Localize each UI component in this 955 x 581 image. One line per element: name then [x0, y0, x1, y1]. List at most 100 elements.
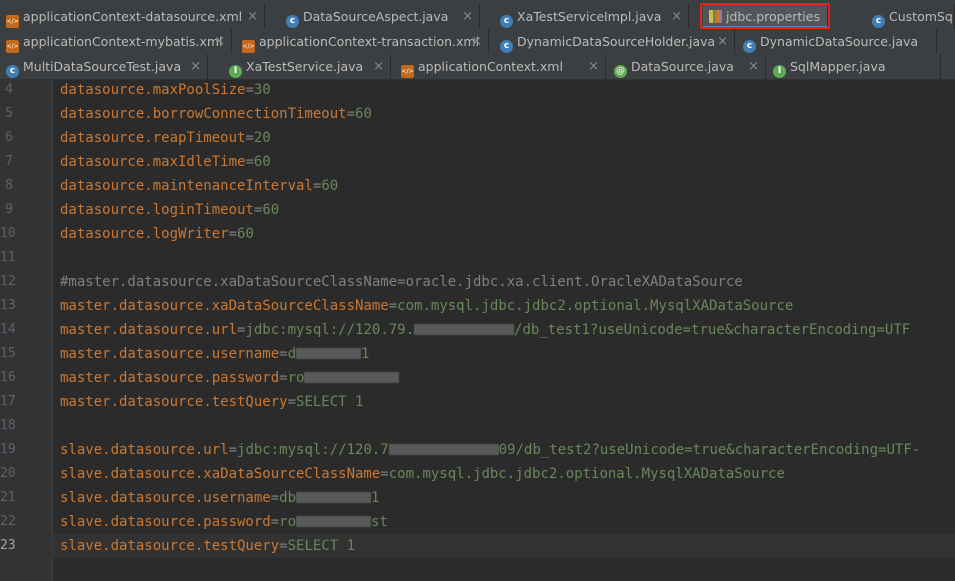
close-tab-icon[interactable]: ×	[748, 54, 759, 79]
close-tab-icon[interactable]: ×	[190, 54, 201, 79]
class-icon	[286, 15, 299, 28]
line-number: 15	[0, 346, 16, 361]
tab-sqlmapper-java[interactable]: SqlMapper.java	[767, 54, 941, 79]
property-key: datasource.maxPoolSize	[60, 82, 246, 98]
tab-xatestserviceimpl-java[interactable]: XaTestServiceImpl.java ×	[494, 4, 689, 29]
code-line[interactable]: master.datasource.username=d 1	[60, 342, 369, 366]
equals-sign: =	[380, 466, 389, 482]
property-key: datasource.borrowConnectionTimeout	[60, 106, 347, 122]
code-line[interactable]: slave.datasource.username=db 1	[60, 486, 379, 510]
code-line[interactable]: slave.datasource.password=ro st	[60, 510, 388, 534]
code-line[interactable]: datasource.borrowConnectionTimeout=60	[60, 102, 372, 126]
property-value: SELECT 1	[296, 394, 364, 410]
property-value: 60	[253, 154, 271, 170]
line-number: 6	[5, 130, 13, 145]
equals-sign: =	[388, 298, 398, 314]
tab-label: XaTestServiceImpl.java	[517, 9, 662, 24]
tab-dynamicdatasourceholder-java[interactable]: DynamicDataSourceHolder.java×	[494, 29, 735, 54]
redacted-value-blur	[296, 516, 372, 527]
tab-dynamicdatasource-java[interactable]: DynamicDataSource.java	[737, 29, 937, 54]
tab-applicationcontext-mybatis-xml[interactable]: applicationContext-mybatis.xml×	[0, 29, 232, 54]
code-line[interactable]: datasource.loginTimeout=60	[60, 198, 279, 222]
close-tab-icon[interactable]: ×	[214, 29, 225, 54]
property-key: slave.datasource.xaDataSourceClassName	[60, 466, 381, 482]
property-key: master.datasource.xaDataSourceClassName	[60, 298, 389, 314]
property-value: 60	[262, 202, 280, 218]
xml-file-icon	[242, 40, 255, 53]
tab-applicationcontext-transaction-xml[interactable]: applicationContext-transaction.xml×	[236, 29, 489, 54]
property-value: jdbc:mysql://120.79.	[245, 322, 415, 338]
line-number: 14	[0, 322, 16, 337]
code-line[interactable]: slave.datasource.xaDataSourceClassName=c…	[60, 462, 785, 486]
property-value-suffix: /db_test1?useUnicode=true&characterEncod…	[514, 322, 911, 338]
code-line[interactable]: slave.datasource.url=jdbc:mysql://120.7 0…	[60, 438, 920, 462]
code-line[interactable]: master.datasource.password=ro	[60, 366, 400, 390]
code-line[interactable]: datasource.maintenanceInterval=60	[60, 174, 338, 198]
line-number: 12	[0, 274, 16, 289]
tab-multidatasourcetest-java[interactable]: MultiDataSourceTest.java ×	[0, 54, 208, 79]
property-value: d	[287, 346, 297, 362]
tab-label: SqlMapper.java	[790, 59, 886, 74]
code-line[interactable]: datasource.maxPoolSize=30	[60, 80, 271, 102]
line-number: 20	[0, 466, 16, 481]
close-tab-icon[interactable]: ×	[471, 29, 482, 54]
equals-sign: =	[279, 370, 288, 386]
property-value: ro	[279, 514, 297, 530]
property-value: SELECT 1	[287, 538, 356, 554]
tab-row-2: applicationContext-mybatis.xml×applicati…	[0, 29, 955, 55]
property-key: datasource.loginTimeout	[60, 202, 254, 218]
close-tab-icon[interactable]: ×	[247, 4, 258, 29]
line-number: 8	[5, 178, 13, 193]
redacted-value-blur	[296, 492, 372, 503]
tab-label: CustomSq	[889, 9, 953, 24]
property-value: 30	[253, 82, 271, 98]
property-value: jdbc:mysql://120.7	[237, 442, 389, 458]
class-icon	[743, 40, 756, 53]
code-line[interactable]: #master.datasource.xaDataSourceClassName…	[60, 270, 743, 294]
property-value: 60	[237, 226, 254, 242]
property-key: master.datasource.testQuery	[60, 394, 288, 410]
tab-datasourceaspect-java[interactable]: DataSourceAspect.java ×	[280, 4, 480, 29]
equals-sign: =	[245, 82, 254, 98]
code-line[interactable]: master.datasource.url=jdbc:mysql://120.7…	[60, 318, 910, 342]
tab-label: applicationContext-mybatis.xml	[23, 34, 223, 49]
close-tab-icon[interactable]: ×	[462, 4, 473, 29]
redacted-value-blur	[296, 348, 362, 359]
close-tab-icon[interactable]: ×	[588, 54, 599, 79]
tab-datasource-java[interactable]: DataSource.java ×	[608, 54, 766, 79]
line-number: 18	[0, 418, 16, 433]
code-line[interactable]: master.datasource.xaDataSourceClassName=…	[60, 294, 793, 318]
property-value: com.mysql.jdbc.jdbc2.optional.MysqlXADat…	[388, 466, 785, 482]
property-value: 60	[355, 106, 372, 122]
code-line[interactable]: datasource.logWriter=60	[60, 222, 254, 246]
equals-sign: =	[346, 106, 356, 122]
tab-xatestservice-java[interactable]: XaTestService.java ×	[223, 54, 391, 79]
line-number-gutter: 4 5 6 7 8 9 10 11 12 13 14 15 16 17 18 19 20 21 22 23	[0, 80, 53, 581]
code-line[interactable]: master.datasource.testQuery=SELECT 1	[60, 390, 363, 414]
property-key: slave.datasource.username	[60, 490, 271, 506]
line-number: 13	[0, 298, 16, 313]
equals-sign: =	[270, 490, 280, 506]
property-value: ro	[287, 370, 305, 386]
close-tab-icon[interactable]: ×	[671, 4, 682, 29]
xml-file-icon	[6, 15, 19, 28]
line-number: 10	[0, 226, 16, 241]
equals-sign: =	[245, 154, 254, 170]
code-line[interactable]: datasource.reapTimeout=20	[60, 126, 271, 150]
line-number: 22	[0, 514, 16, 529]
line-number: 4	[5, 82, 13, 97]
code-line[interactable]: datasource.maxIdleTime=60	[60, 150, 271, 174]
line-number: 23	[0, 538, 16, 553]
close-tab-icon[interactable]: ×	[717, 29, 728, 54]
code-editor[interactable]: datasource.maxPoolSize=30 datasource.borr…	[53, 80, 955, 581]
tab-applicationcontext-xml[interactable]: applicationContext.xml ×	[395, 54, 606, 79]
line-number: 21	[0, 490, 16, 505]
code-line[interactable]: slave.datasource.testQuery=SELECT 1	[60, 534, 355, 558]
line-number: 19	[0, 442, 16, 457]
close-tab-icon[interactable]: ×	[373, 54, 384, 79]
tab-customsq[interactable]: CustomSq	[866, 4, 955, 29]
property-key: slave.datasource.url	[60, 442, 229, 458]
tab-applicationcontext-datasource-xml[interactable]: applicationContext-datasource.xml ×	[0, 4, 265, 29]
tab-label: applicationContext-datasource.xml	[23, 9, 243, 24]
equals-sign: =	[245, 130, 254, 146]
